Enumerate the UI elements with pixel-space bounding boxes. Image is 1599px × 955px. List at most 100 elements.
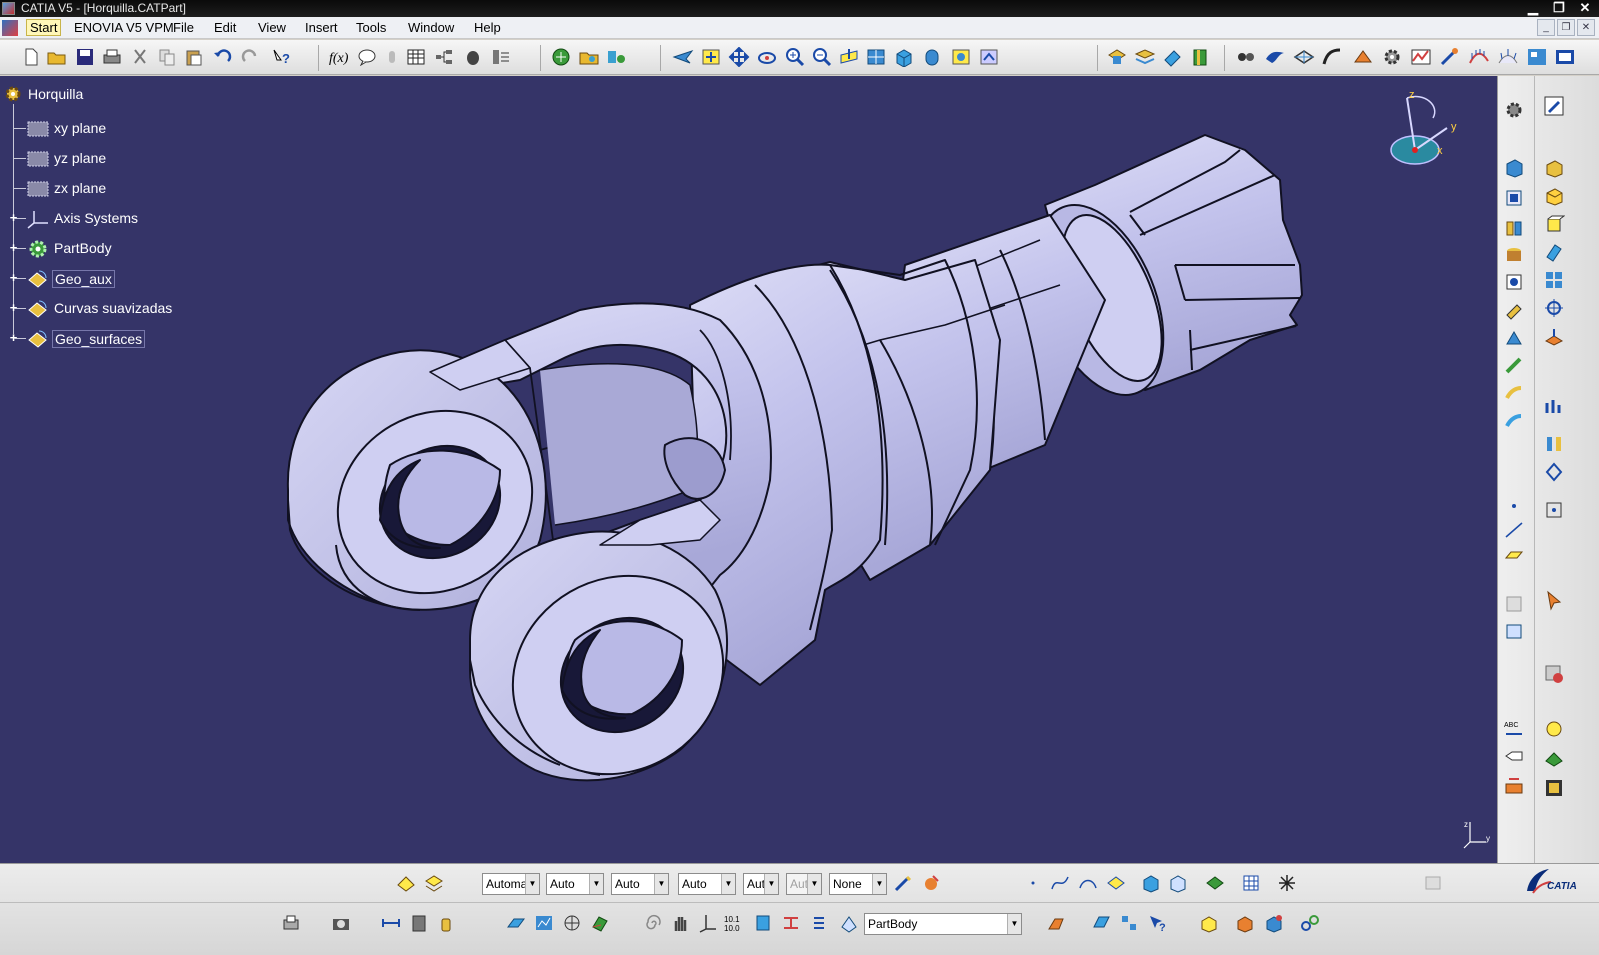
spline-icon[interactable] [1049,872,1071,894]
combo-automatic[interactable]: Automa ▼ [482,873,540,895]
sketch-icon[interactable] [1542,94,1566,118]
dimension-icon[interactable] [380,912,402,934]
user-workbench-icon[interactable] [1554,46,1576,68]
flag-note-icon[interactable] [1502,744,1526,768]
line-icon[interactable] [1502,518,1526,542]
measure-item-icon[interactable] [1542,396,1566,420]
undo-icon[interactable] [211,46,233,68]
document-icon[interactable] [2,20,18,36]
assembly-new-icon[interactable] [1234,912,1256,934]
folder-tools-icon[interactable] [578,46,600,68]
paste-icon[interactable] [183,46,205,68]
catalog-icon[interactable] [462,46,484,68]
surface-icon[interactable] [1321,46,1343,68]
menu-view[interactable]: View [258,20,286,35]
pattern-icon[interactable] [1542,268,1566,292]
iso-view-icon[interactable] [893,46,915,68]
hierarchy-icon[interactable] [433,46,455,68]
save-icon[interactable] [74,46,96,68]
thickness-icon[interactable] [1542,240,1566,264]
shading-icon[interactable] [921,46,943,68]
display-mode-2-icon[interactable] [1167,872,1189,894]
draft-analysis-icon[interactable] [1439,46,1461,68]
porcupine-icon[interactable] [1497,46,1519,68]
redo-icon[interactable] [240,46,262,68]
menu-edit[interactable]: Edit [214,20,236,35]
arc-icon[interactable] [1077,872,1099,894]
parameters-icon[interactable] [490,46,512,68]
layer-sketch-icon[interactable] [423,872,445,894]
snap-icon[interactable] [1542,498,1566,522]
book-icon[interactable] [1190,46,1212,68]
context-help-icon[interactable]: ? [1146,912,1168,934]
apply-material-icon[interactable] [1542,662,1566,686]
settings-gear-icon[interactable] [1502,98,1526,122]
catalog-browser-icon[interactable] [1542,776,1566,800]
explode-icon[interactable] [1263,912,1285,934]
menu-start[interactable]: Start [26,19,62,36]
constraint-icon[interactable] [1235,46,1257,68]
combo-auto-2[interactable]: Auto ▼ [611,873,669,895]
combo-none[interactable]: None ▼ [829,873,887,895]
open-folder-icon[interactable] [46,46,68,68]
blend-icon[interactable] [1352,46,1374,68]
hide-show-icon[interactable] [950,46,972,68]
3d-annotation-icon[interactable] [1502,774,1526,798]
shaft-icon[interactable] [1502,216,1526,240]
minimize-button[interactable]: ▁ [1525,0,1541,16]
menu-tools[interactable]: Tools [356,20,386,35]
plane-create-icon[interactable] [1502,542,1526,566]
doc-restore-button[interactable]: ❐ [1557,19,1575,36]
pad-icon[interactable] [1502,156,1526,180]
clipboard-icon[interactable] [408,912,430,934]
hand-icon[interactable] [669,912,691,934]
pocket-icon[interactable] [1502,186,1526,210]
draft-angle-icon[interactable] [1542,156,1566,180]
texture-icon[interactable] [589,912,611,934]
compass[interactable]: z y x [1385,88,1475,178]
fly-mode-icon[interactable] [672,46,694,68]
point-icon[interactable] [1502,494,1526,518]
ratio-icon[interactable]: 10.1 10.0 [723,912,745,934]
compass-snap-icon[interactable] [1276,872,1298,894]
part-geometry[interactable] [0,76,1497,863]
instance-icon[interactable] [1198,912,1220,934]
bird-icon[interactable] [1264,46,1286,68]
chart-analysis-icon[interactable] [1410,46,1432,68]
body-selector-icon[interactable] [838,912,860,934]
surface-analysis-icon[interactable] [1090,912,1112,934]
constraint-red-icon[interactable] [780,912,802,934]
tree-expand-icon[interactable] [550,46,572,68]
menu-help[interactable]: Help [474,20,501,35]
layers-icon[interactable] [1134,46,1156,68]
inertia-icon[interactable] [1542,460,1566,484]
update-icon[interactable] [1204,872,1226,894]
swap-visible-space-icon[interactable] [978,46,1000,68]
rib-icon[interactable] [1502,298,1526,322]
knowledge-advisor-icon[interactable] [356,46,378,68]
point-tool-icon[interactable] [1022,872,1044,894]
map-icon[interactable] [533,912,555,934]
hand-tool-icon[interactable] [1045,912,1067,934]
tools-palette-icon[interactable] [1526,46,1548,68]
3d-viewport[interactable]: Horquilla xy plane yz plane zx plane + [0,76,1497,863]
lock-icon[interactable] [381,46,403,68]
combo-auto-3[interactable]: Auto ▼ [678,873,736,895]
hole-icon[interactable] [1502,243,1526,267]
sphere-icon[interactable] [1542,716,1566,740]
loft-icon[interactable] [1502,382,1526,406]
whats-this-help-icon[interactable]: ? [270,46,292,68]
groove-icon[interactable] [1502,270,1526,294]
surface-patch-icon[interactable] [1105,872,1127,894]
design-table-icon[interactable] [405,46,427,68]
camera-icon[interactable] [330,912,352,934]
select-cursor-icon[interactable] [1542,588,1566,612]
print-icon[interactable] [101,46,123,68]
menu-window[interactable]: Window [408,20,454,35]
print-preview-icon[interactable] [280,912,302,934]
scale-icon[interactable] [1542,324,1566,348]
cut-icon[interactable] [129,46,151,68]
paint-brush-icon[interactable] [892,872,914,894]
bottle-icon[interactable] [435,912,457,934]
doc-close-button[interactable]: ✕ [1577,19,1595,36]
